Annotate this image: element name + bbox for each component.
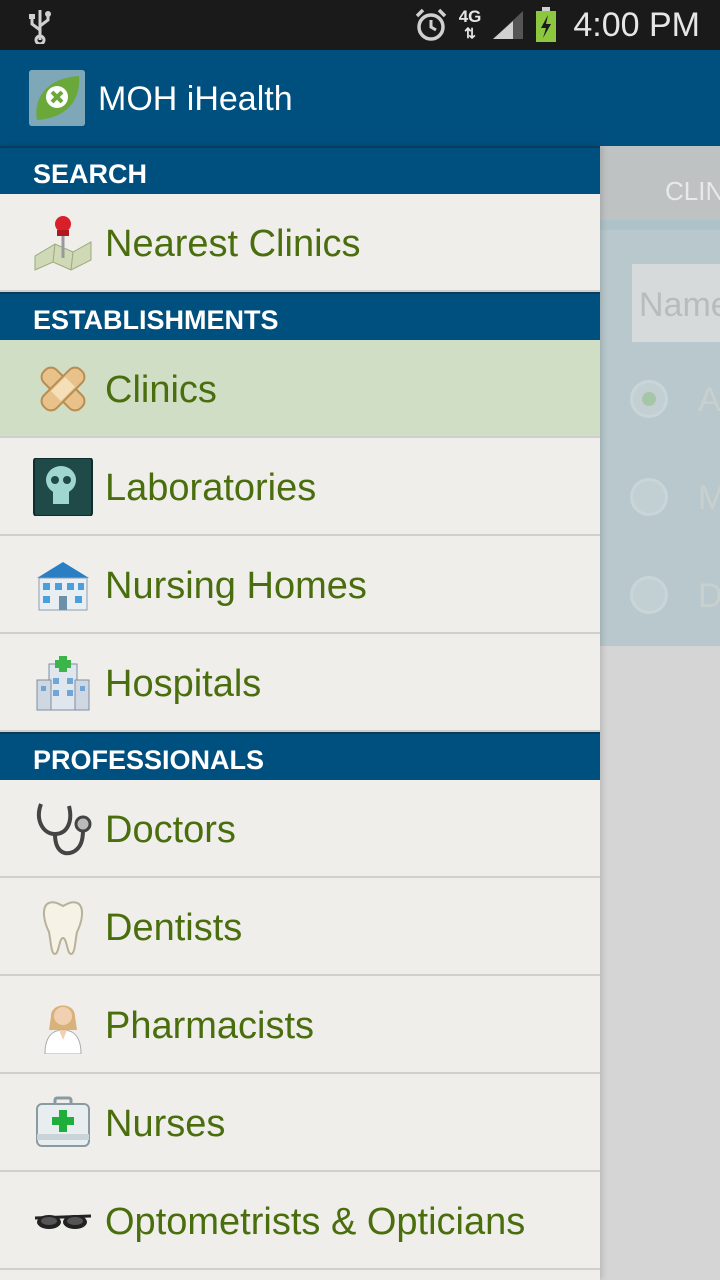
nav-item-pharmacists[interactable]: Pharmacists xyxy=(0,976,600,1074)
tooth-icon xyxy=(42,901,84,956)
status-bar: 4G ⇅ 4:00 PM xyxy=(0,0,720,50)
search-panel: Name A M D xyxy=(600,220,720,646)
section-header-search: SEARCH xyxy=(0,146,600,194)
radio-label-a: A xyxy=(698,381,720,419)
nav-item-dentists[interactable]: Dentists xyxy=(0,878,600,976)
background-content: CLIN Name A M D xyxy=(600,146,720,1280)
nav-item-label: Clinics xyxy=(105,369,217,411)
alarm-icon xyxy=(415,8,446,41)
nav-item-clinics[interactable]: Clinics xyxy=(0,340,600,438)
name-search-input[interactable]: Name xyxy=(632,264,720,342)
radio-option-m[interactable] xyxy=(630,478,668,516)
nav-item-label: Doctors xyxy=(105,809,236,851)
nav-item-label: Nurses xyxy=(105,1103,226,1145)
signal-icon xyxy=(493,11,524,39)
nav-item-nurses[interactable]: Nurses xyxy=(0,1074,600,1172)
action-bar: MOH iHealth xyxy=(0,50,720,146)
pharmacist-icon xyxy=(44,1005,82,1054)
first-aid-kit-icon xyxy=(36,1096,90,1147)
xray-icon xyxy=(33,458,93,516)
usb-icon xyxy=(29,10,51,44)
radio-label-d: D xyxy=(698,577,720,615)
nav-item-label: Dentists xyxy=(105,907,243,949)
nav-item-label: Laboratories xyxy=(105,467,317,509)
app-title: MOH iHealth xyxy=(98,80,293,118)
network-type-indicator: 4G ⇅ xyxy=(458,7,482,41)
nav-item-nursing-homes[interactable]: Nursing Homes xyxy=(0,536,600,634)
nav-item-laboratories[interactable]: Laboratories xyxy=(0,438,600,536)
battery-charging-icon xyxy=(536,7,557,42)
section-header-professionals: PROFESSIONALS xyxy=(0,732,600,780)
bandage-icon xyxy=(40,366,86,412)
radio-label-m: M xyxy=(698,479,720,517)
tab-clinics[interactable]: CLIN xyxy=(600,146,720,220)
glasses-icon xyxy=(34,1214,92,1229)
radio-option-d[interactable] xyxy=(630,576,668,614)
nav-item-label: Optometrists & Opticians xyxy=(105,1201,526,1243)
nav-item-hospitals[interactable]: Hospitals xyxy=(0,634,600,732)
app-logo-icon[interactable] xyxy=(29,70,85,126)
clock: 4:00 PM xyxy=(573,5,700,44)
radio-option-a[interactable] xyxy=(630,380,668,418)
hospital-icon xyxy=(36,656,90,711)
navigation-drawer: SEARCH Nearest Clinics ESTABLISHMENTS Cl… xyxy=(0,146,600,1280)
nav-item-doctors[interactable]: Doctors xyxy=(0,780,600,878)
section-header-establishments: ESTABLISHMENTS xyxy=(0,292,600,340)
nav-item-label: Pharmacists xyxy=(105,1005,315,1047)
nav-item-nearest-clinics[interactable]: Nearest Clinics xyxy=(0,194,600,292)
nav-item-optometrists-opticians[interactable]: Optometrists & Opticians xyxy=(0,1172,600,1270)
nav-item-label: Nursing Homes xyxy=(105,565,367,607)
nursing-home-icon xyxy=(37,562,89,611)
nav-item-label: Hospitals xyxy=(105,663,262,705)
stethoscope-icon xyxy=(36,803,92,856)
map-pin-icon xyxy=(34,216,92,271)
nav-item-label: Nearest Clinics xyxy=(105,223,361,265)
